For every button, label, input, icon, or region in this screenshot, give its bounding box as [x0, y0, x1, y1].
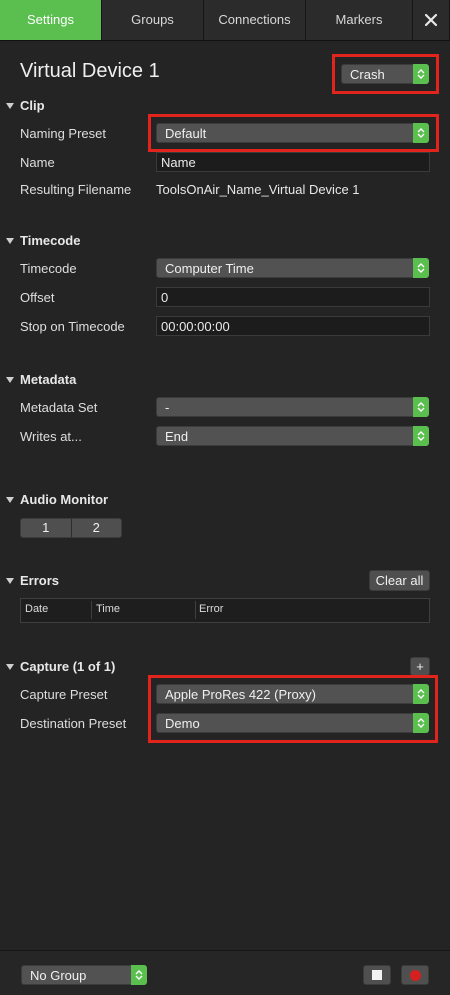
stop-button[interactable]	[363, 965, 391, 985]
tab-bar: Settings Groups Connections Markers	[0, 0, 450, 41]
record-button[interactable]	[401, 965, 429, 985]
writes-at-value: End	[165, 429, 189, 444]
chevron-updown-icon	[131, 965, 147, 985]
group-select[interactable]: No Group	[21, 965, 147, 985]
record-icon	[409, 969, 421, 981]
timecode-heading: Timecode	[20, 233, 81, 248]
disclosure-triangle-icon	[6, 663, 14, 670]
metadata-set-select[interactable]: -	[156, 397, 429, 417]
timecode-value: Computer Time	[165, 261, 254, 276]
name-field[interactable]: Name	[156, 152, 430, 172]
metadata-heading: Metadata	[20, 372, 77, 387]
audio-channel-selector: 1 2	[20, 518, 122, 538]
writes-at-label: Writes at...	[20, 429, 82, 444]
offset-label: Offset	[20, 290, 55, 305]
stop-on-timecode-value: 00:00:00:00	[161, 319, 230, 334]
name-label: Name	[20, 155, 55, 170]
chevron-updown-icon	[413, 258, 429, 278]
close-button[interactable]	[413, 0, 450, 40]
disclosure-triangle-icon	[6, 237, 14, 244]
audio-monitor-heading: Audio Monitor	[20, 492, 109, 507]
bottom-toolbar: No Group	[0, 950, 450, 995]
errors-heading: Errors	[20, 573, 60, 588]
tab-connections[interactable]: Connections	[204, 0, 306, 40]
column-divider	[195, 601, 196, 619]
capture-heading: Capture (1 of 1)	[20, 659, 116, 674]
stop-on-timecode-label: Stop on Timecode	[20, 319, 125, 334]
disclosure-triangle-icon	[6, 577, 14, 584]
resulting-filename-value: ToolsOnAir_Name_Virtual Device 1	[156, 182, 360, 197]
destination-preset-label: Destination Preset	[20, 716, 127, 731]
errors-column-error[interactable]: Error	[199, 603, 223, 615]
chevron-updown-icon	[413, 426, 429, 446]
highlight-box	[148, 114, 439, 152]
clear-all-button[interactable]: Clear all	[369, 570, 430, 591]
add-capture-button[interactable]: +	[410, 657, 430, 676]
disclosure-triangle-icon	[6, 496, 14, 503]
offset-value: 0	[161, 290, 169, 305]
highlight-box	[148, 675, 438, 743]
metadata-section-header[interactable]: Metadata	[6, 372, 76, 387]
capture-section-header[interactable]: Capture (1 of 1)	[6, 659, 115, 674]
tab-markers[interactable]: Markers	[306, 0, 413, 40]
audio-channel-2-button[interactable]: 2	[70, 519, 122, 537]
clip-section-header[interactable]: Clip	[6, 98, 45, 113]
disclosure-triangle-icon	[6, 376, 14, 383]
tab-groups[interactable]: Groups	[102, 0, 204, 40]
group-select-value: No Group	[30, 968, 87, 983]
chevron-updown-icon	[413, 397, 429, 417]
errors-column-date[interactable]: Date	[25, 603, 48, 615]
highlight-box	[332, 54, 439, 94]
errors-column-time[interactable]: Time	[96, 603, 120, 615]
naming-preset-label: Naming Preset	[20, 126, 106, 141]
device-title: Virtual Device 1	[20, 60, 160, 82]
capture-preset-label: Capture Preset	[20, 687, 108, 702]
timecode-section-header[interactable]: Timecode	[6, 233, 80, 248]
resulting-filename-label: Resulting Filename	[20, 182, 132, 197]
errors-table: Date Time Error	[20, 598, 430, 623]
timecode-label: Timecode	[20, 261, 77, 276]
timecode-select[interactable]: Computer Time	[156, 258, 429, 278]
metadata-set-label: Metadata Set	[20, 400, 98, 415]
errors-section-header[interactable]: Errors	[6, 573, 59, 588]
clip-heading: Clip	[20, 98, 45, 113]
offset-field[interactable]: 0	[156, 287, 430, 307]
audio-channel-1-button[interactable]: 1	[21, 519, 71, 537]
audio-monitor-section-header[interactable]: Audio Monitor	[6, 492, 108, 507]
disclosure-triangle-icon	[6, 102, 14, 109]
tab-settings[interactable]: Settings	[0, 0, 102, 40]
stop-icon	[372, 970, 382, 980]
name-field-value: Name	[161, 155, 196, 170]
writes-at-select[interactable]: End	[156, 426, 429, 446]
column-divider	[91, 601, 92, 619]
metadata-set-value: -	[165, 400, 170, 415]
close-icon	[424, 13, 438, 27]
stop-on-timecode-field[interactable]: 00:00:00:00	[156, 316, 430, 336]
